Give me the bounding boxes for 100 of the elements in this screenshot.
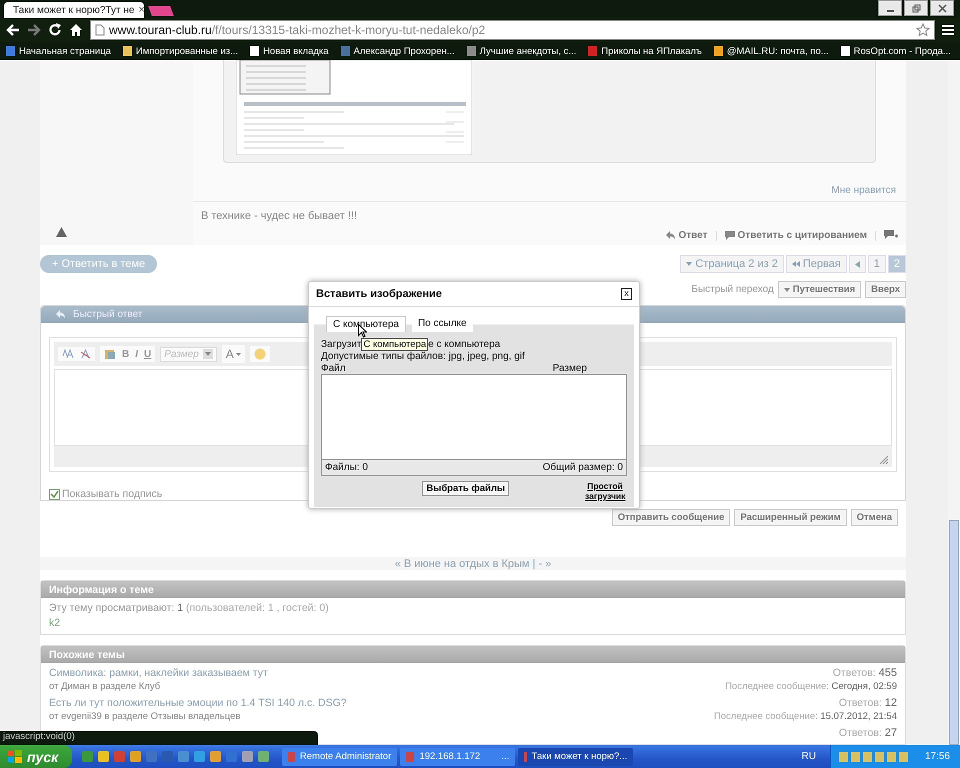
user-link[interactable]: k2 — [49, 617, 60, 629]
thread-navigation-link[interactable]: « В июне на отдых в Крым | - » — [394, 558, 552, 570]
bookmark[interactable]: Приколы на ЯПлакалъ — [588, 46, 702, 56]
column-header: Файл — [321, 363, 346, 374]
viewers-text: Эту тему просматривают: 1 (пользователей: 1 , гостей: 0) — [49, 601, 330, 616]
page-link[interactable]: 1 — [868, 255, 886, 273]
first-page-link[interactable]: Первая — [786, 255, 847, 273]
quick-launch-icon[interactable] — [258, 751, 270, 762]
taskbar-task[interactable]: Таки может к норю?... — [518, 748, 634, 766]
forward-icon[interactable] — [27, 23, 41, 37]
form-button[interactable]: Отмена — [850, 509, 898, 526]
close-window-button[interactable] — [930, 0, 954, 16]
quick-launch-icon[interactable] — [210, 751, 222, 762]
bookmark[interactable]: Александр Прохорен... — [340, 46, 455, 56]
quick-launch-icon[interactable] — [194, 751, 206, 762]
files-count: Файлы: 0 — [325, 462, 368, 473]
double-arrow-icon — [792, 261, 800, 267]
quick-launch-icon[interactable] — [82, 751, 94, 762]
clear-format-icon[interactable] — [80, 349, 91, 359]
warning-icon[interactable] — [56, 227, 67, 237]
browser-tab[interactable]: Таки может к норю?Тут не × — [4, 2, 144, 18]
caret-icon — [784, 288, 790, 292]
upload-hint-text: е с компьютера — [428, 339, 500, 350]
form-button[interactable]: Расширенный режим — [734, 509, 847, 526]
page-count-dropdown[interactable]: Страница 2 из 2 — [680, 255, 784, 273]
tooltip: С компьютера — [361, 338, 428, 351]
previous-page-button[interactable] — [848, 255, 866, 273]
address-bar[interactable]: www.touran-club.ru/f/tours/13315-taki-mozhet-k-moryu-tut-nedaleko/p2 — [90, 20, 935, 40]
quick-launch-icon[interactable] — [178, 751, 190, 762]
format-button[interactable]: U — [144, 348, 152, 360]
restore-icon — [912, 4, 920, 12]
start-button[interactable]: пуск — [0, 745, 72, 768]
close-icon — [938, 4, 946, 12]
last-post-text: Последнее сообщение: 15.07.2012, 21:54 — [714, 711, 897, 723]
minimize-icon — [886, 10, 894, 12]
panel-title: Быстрый ответ — [73, 309, 142, 320]
caret-icon — [686, 262, 692, 266]
resize-handle-icon[interactable] — [880, 456, 888, 464]
close-tab-button[interactable]: × — [138, 4, 145, 16]
dialog-title: Вставить изображение — [316, 288, 442, 300]
speech-bubble-icon — [724, 231, 735, 240]
font-icon[interactable] — [62, 349, 74, 359]
minimize-button[interactable] — [878, 0, 902, 16]
upload-hint-text: Загрузит — [321, 339, 362, 350]
dialog-tab[interactable]: С компьютера — [326, 316, 406, 332]
total-size: Общий размер: 0 — [542, 462, 623, 473]
forum-jump-dropdown[interactable]: Путешествия — [778, 281, 862, 298]
status-url: javascript:void(0) — [0, 731, 318, 745]
bookmark-star-icon[interactable] — [916, 23, 930, 37]
checkbox-label: Показывать подпись — [62, 488, 162, 500]
scrollbar[interactable] — [948, 60, 960, 745]
taskbar-task[interactable]: 192.168.1.172 ... — [400, 748, 516, 766]
bookmark[interactable]: Новая вкладка — [250, 46, 329, 56]
simple-uploader-link[interactable]: Простой загрузчик — [585, 481, 625, 501]
topic-author-text: от Диман в разделе Клуб — [49, 681, 162, 693]
choose-files-button[interactable]: Выбрать файлы — [422, 481, 509, 496]
close-button[interactable]: x — [621, 288, 632, 300]
quick-launch-icon[interactable] — [98, 751, 110, 762]
column-header: Размер — [552, 363, 587, 374]
new-tab-button[interactable] — [148, 6, 174, 16]
reply-action-link[interactable]: Ответить с цитированием — [724, 230, 867, 241]
menu-icon[interactable] — [942, 24, 954, 36]
replies-count: Ответов: 12 — [838, 696, 897, 711]
format-button[interactable]: B — [122, 348, 130, 360]
checkbox[interactable] — [49, 488, 60, 500]
format-button[interactable]: I — [135, 348, 138, 360]
caret-icon — [202, 348, 213, 358]
topic-link[interactable]: Символика: рамки, наклейки заказываем тут — [49, 666, 268, 681]
form-button[interactable]: Отправить сообщение — [612, 509, 730, 526]
section-header: Информация о теме — [41, 581, 905, 598]
reply-arrow-icon — [665, 231, 676, 240]
file-types-text: Допустимые типы файлов: jpg, jpeg, png, gif — [321, 351, 526, 363]
clock: 17:56 — [924, 751, 950, 762]
bookmark[interactable]: Начальная страница — [6, 46, 111, 56]
dialog-tab[interactable]: По ссылке — [412, 316, 473, 332]
bookmark[interactable]: Лучшие анекдоты, с... — [466, 46, 576, 56]
replies-count: Ответов: 27 — [838, 726, 897, 741]
top-button[interactable]: Вверх — [865, 281, 906, 298]
replies-count: Ответов: 455 — [832, 666, 897, 681]
bookmark[interactable]: @MAIL.RU: почта, по... — [714, 46, 829, 56]
taskbar-task[interactable]: Remote Administrator — [282, 748, 398, 766]
quick-launch-icon[interactable] — [130, 751, 142, 762]
like-link[interactable]: Мне нравится — [831, 185, 896, 196]
bookmark[interactable]: Импортированные из... — [122, 46, 238, 56]
paste-icon[interactable] — [104, 348, 116, 360]
back-icon[interactable] — [6, 23, 20, 37]
last-post-text: Последнее сообщение: Сегодня, 02:59 — [725, 681, 897, 693]
bookmark[interactable]: RosOpt.com - Прода... — [840, 46, 951, 56]
left-arrow-icon — [854, 260, 860, 268]
tab-title: Таки может к норю?Тут не — [13, 4, 134, 16]
multiquote-icon[interactable] — [884, 230, 898, 241]
quick-nav-label: Быстрый переход — [691, 284, 774, 295]
caret-icon — [236, 353, 241, 356]
reply-action-link[interactable]: Ответ — [665, 230, 708, 241]
quick-launch-icon[interactable] — [242, 751, 254, 762]
reload-icon[interactable] — [48, 23, 62, 37]
restore-button[interactable] — [904, 0, 928, 16]
language-indicator[interactable]: RU — [802, 751, 830, 762]
home-icon[interactable] — [69, 23, 83, 37]
topic-link[interactable]: Есть ли тут положительные эмоции по 1.4 TSI 140 л.с. DSG? — [49, 696, 347, 711]
